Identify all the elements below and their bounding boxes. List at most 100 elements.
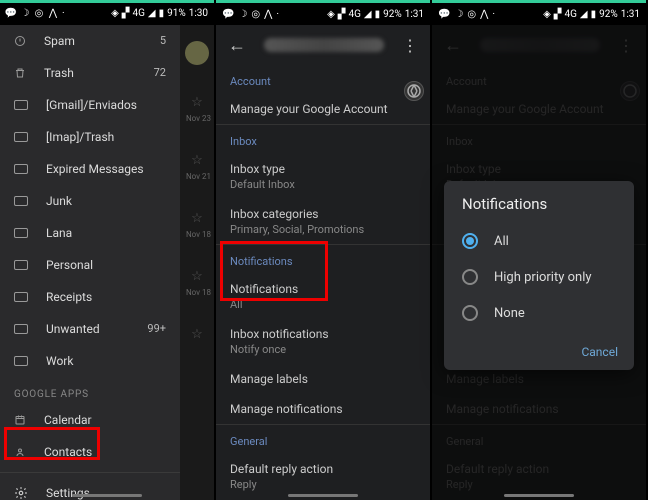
ig-icon: ◎ bbox=[251, 9, 260, 20]
moon-icon: ☽ bbox=[20, 9, 30, 19]
trash-icon bbox=[14, 66, 26, 80]
setting-manage-labels[interactable]: Manage labels bbox=[216, 364, 430, 394]
label-icon bbox=[14, 164, 28, 174]
phone-screen-2: 💬☽◎⋀· ◈▞4G◢▮ 92% 1:31 ← ⋮ Account Manage… bbox=[216, 0, 430, 500]
gear-icon bbox=[14, 486, 28, 500]
label-icon bbox=[14, 196, 28, 206]
wifi-icon: ◈ bbox=[111, 8, 119, 19]
clock: 1:31 bbox=[405, 9, 424, 20]
drawer-item-label[interactable]: Lana bbox=[0, 217, 180, 249]
back-button[interactable]: ← bbox=[228, 35, 246, 56]
account-email-blurred bbox=[264, 38, 384, 52]
drawer-count: 72 bbox=[154, 66, 166, 79]
drawer-label: Settings bbox=[46, 486, 166, 500]
drawer-item-label[interactable]: Personal bbox=[0, 249, 180, 281]
date-peek: Nov 18 bbox=[180, 288, 214, 297]
setting-title: Inbox categories bbox=[230, 207, 416, 221]
net-label: 4G bbox=[564, 9, 576, 20]
radio-icon bbox=[462, 305, 478, 321]
drawer-label: Work bbox=[46, 354, 166, 368]
setting-inbox-type[interactable]: Inbox type Default Inbox bbox=[216, 154, 430, 199]
drawer-label: Spam bbox=[44, 34, 142, 48]
drawer-item-trash[interactable]: Trash 72 bbox=[0, 57, 180, 89]
drawer-label: Unwanted bbox=[46, 322, 129, 336]
phone-screen-1: 💬 ☽ ◎ ⋀ · ◈ ▞ 4G ◢ ▮ 91% 1:30 ☆ Nov 23 ☆… bbox=[0, 0, 214, 500]
setting-sub: Primary, Social, Promotions bbox=[230, 223, 416, 236]
drawer-count: 5 bbox=[160, 34, 166, 47]
cancel-button[interactable]: Cancel bbox=[581, 345, 618, 359]
label-icon bbox=[14, 356, 28, 366]
label-icon bbox=[14, 100, 28, 110]
battery-pct: 92% bbox=[599, 9, 618, 20]
section-general: General bbox=[216, 425, 430, 454]
drawer-label: Junk bbox=[46, 194, 166, 208]
setting-inbox-notifications[interactable]: Inbox notifications Notify once bbox=[216, 319, 430, 364]
label-icon bbox=[14, 292, 28, 302]
drawer-label: Contacts bbox=[44, 445, 166, 459]
spam-icon bbox=[14, 34, 26, 48]
star-icon: ☆ bbox=[180, 327, 214, 342]
clock: 1:31 bbox=[621, 9, 640, 20]
radio-option-high-priority[interactable]: High priority only bbox=[444, 259, 634, 295]
radio-option-all[interactable]: All bbox=[444, 223, 634, 259]
section-google-apps: GOOGLE APPS bbox=[0, 377, 180, 404]
date-peek: Nov 23 bbox=[180, 114, 214, 123]
label-icon bbox=[14, 132, 28, 142]
drawer-count: 99+ bbox=[147, 322, 166, 335]
nav-drawer: Spam 5 Trash 72 [Gmail]/Enviados [Imap]/… bbox=[0, 25, 180, 500]
drawer-item-label[interactable]: Work bbox=[0, 345, 180, 377]
radio-icon bbox=[462, 269, 478, 285]
drawer-item-calendar[interactable]: Calendar bbox=[0, 404, 180, 436]
notifications-dialog: Notifications All High priority only Non… bbox=[444, 181, 634, 370]
phone-screen-3: 💬☽◎⋀· ◈▞4G◢▮ 92% 1:31 ← ⋮ Account Manage… bbox=[432, 0, 646, 500]
drawer-item-label[interactable]: [Imap]/Trash bbox=[0, 121, 180, 153]
setting-inbox-categories[interactable]: Inbox categories Primary, Social, Promot… bbox=[216, 199, 430, 245]
drawer-item-label[interactable]: Receipts bbox=[0, 281, 180, 313]
home-indicator[interactable] bbox=[72, 494, 142, 497]
home-indicator[interactable] bbox=[288, 494, 358, 497]
drawer-item-label[interactable]: [Gmail]/Enviados bbox=[0, 89, 180, 121]
setting-sub: Reply bbox=[230, 478, 416, 491]
net-label: 4G bbox=[348, 9, 360, 20]
label-icon bbox=[14, 228, 28, 238]
label-icon bbox=[14, 260, 28, 270]
radio-option-none[interactable]: None bbox=[444, 295, 634, 331]
avatar[interactable] bbox=[404, 81, 424, 101]
drawer-item-contacts[interactable]: Contacts bbox=[0, 436, 180, 468]
star-icon: ☆ bbox=[180, 95, 214, 110]
paramount-icon: ⋀ bbox=[264, 9, 272, 20]
setting-title: Default reply action bbox=[230, 462, 416, 476]
setting-title: Inbox type bbox=[230, 162, 416, 176]
radio-label: None bbox=[494, 306, 525, 321]
drawer-item-label[interactable]: Unwanted 99+ bbox=[0, 313, 180, 345]
drawer-item-label[interactable]: Junk bbox=[0, 185, 180, 217]
signal-icon: ▞ bbox=[122, 8, 130, 19]
contacts-icon bbox=[14, 445, 26, 459]
radio-icon bbox=[462, 233, 478, 249]
ig-icon: ◎ bbox=[34, 9, 44, 19]
dot-icon: · bbox=[62, 8, 65, 19]
section-notifications: Notifications bbox=[216, 245, 430, 274]
radio-label: High priority only bbox=[494, 270, 592, 285]
overflow-menu[interactable]: ⋮ bbox=[402, 36, 418, 55]
setting-default-reply[interactable]: Default reply action Reply bbox=[216, 454, 430, 499]
date-peek: Nov 18 bbox=[180, 230, 214, 239]
drawer-label: Trash bbox=[44, 66, 136, 80]
setting-manage-account[interactable]: Manage your Google Account bbox=[216, 94, 430, 125]
setting-title: Inbox notifications bbox=[230, 327, 416, 341]
home-indicator[interactable] bbox=[504, 494, 574, 497]
drawer-label: Personal bbox=[46, 258, 166, 272]
setting-sub: All bbox=[230, 298, 416, 311]
setting-title: Manage labels bbox=[230, 372, 308, 386]
date-peek: Nov 21 bbox=[180, 172, 214, 181]
drawer-label: Calendar bbox=[44, 413, 166, 427]
inbox-peek: ☆ Nov 23 ☆ Nov 21 ☆ Nov 18 ☆ Nov 18 ☆ bbox=[180, 25, 214, 500]
drawer-label: Expired Messages bbox=[46, 162, 166, 176]
drawer-item-spam[interactable]: Spam 5 bbox=[0, 25, 180, 57]
setting-manage-notifications[interactable]: Manage notifications bbox=[216, 394, 430, 425]
drawer-item-label[interactable]: Expired Messages bbox=[0, 153, 180, 185]
status-bar: 💬 ☽ ◎ ⋀ · ◈ ▞ 4G ◢ ▮ 91% 1:30 bbox=[0, 3, 214, 25]
msg-icon: 💬 bbox=[222, 9, 234, 20]
setting-notifications[interactable]: Notifications All bbox=[216, 274, 430, 319]
drawer-label: Lana bbox=[46, 226, 166, 240]
